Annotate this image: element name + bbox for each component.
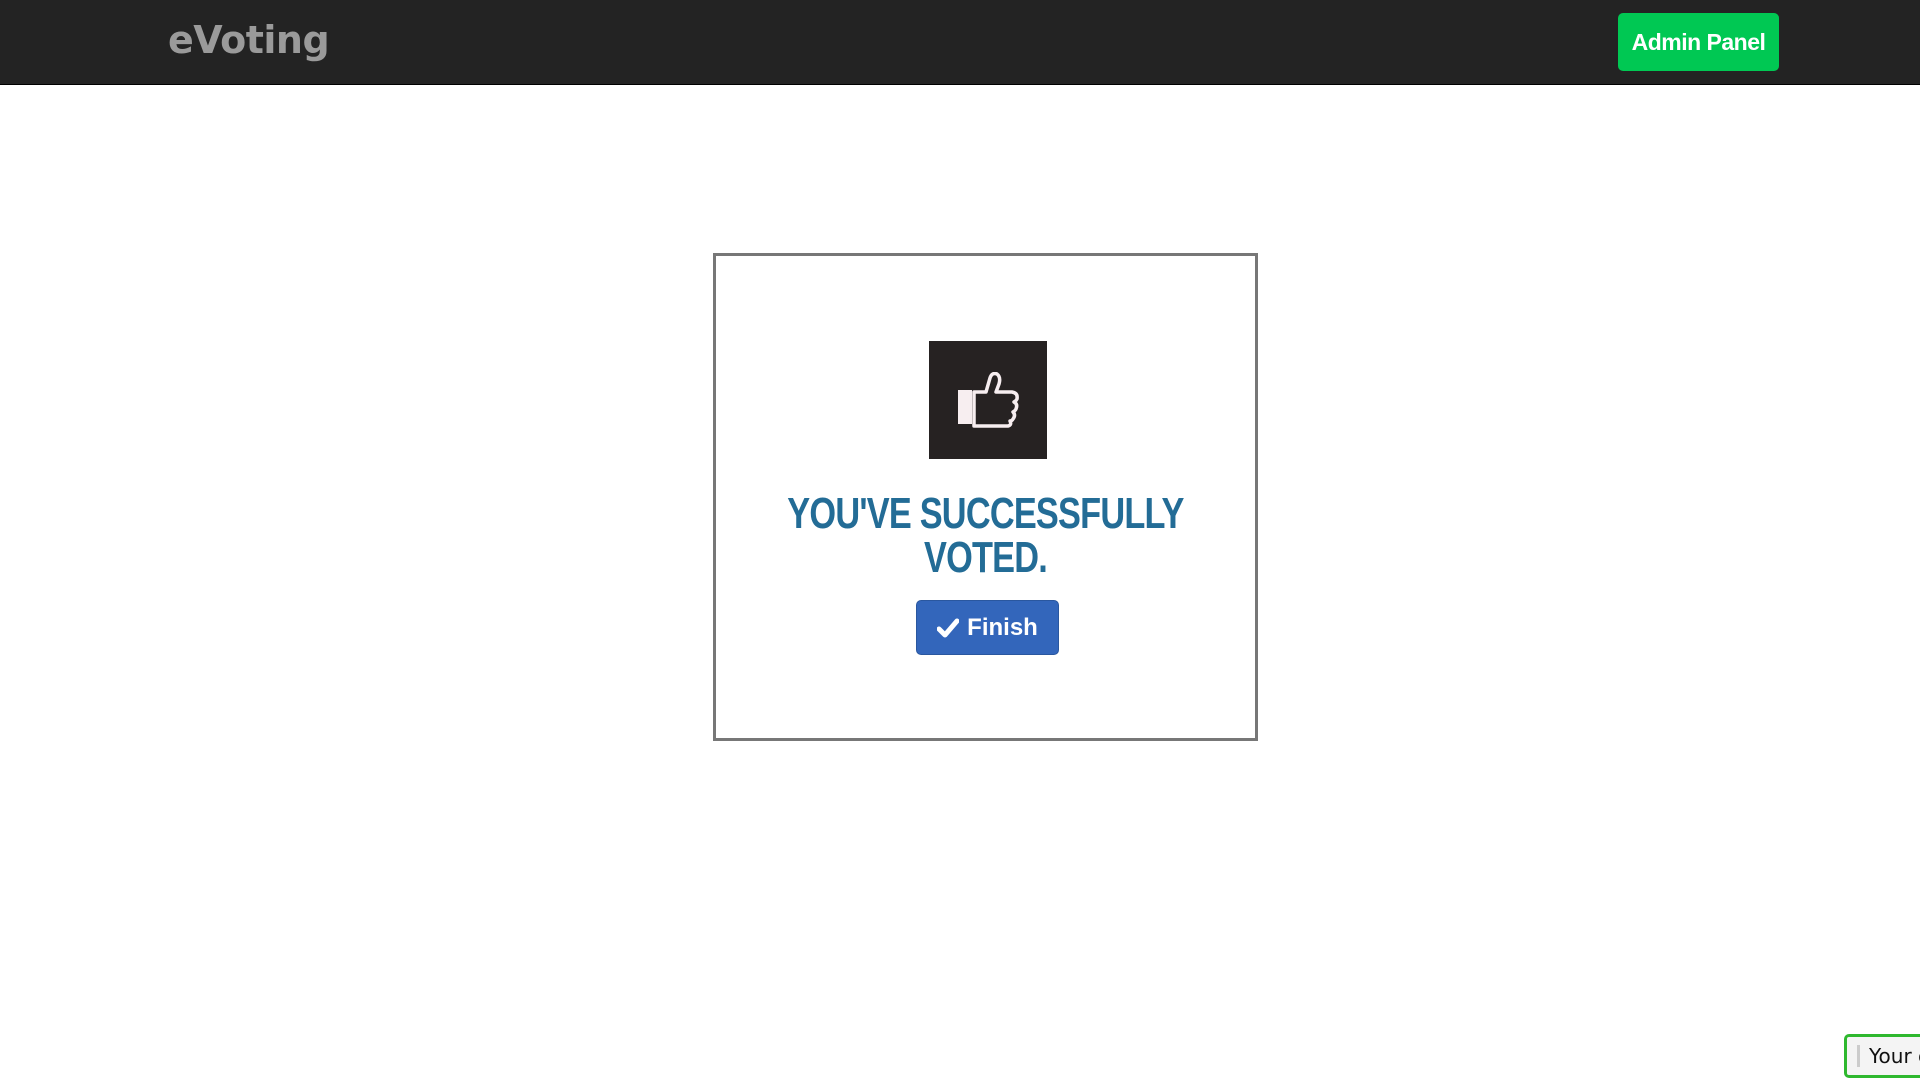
notification-toast[interactable]: Your c [1844, 1034, 1920, 1078]
toast-grip [1857, 1045, 1860, 1067]
thumbs-up-icon [929, 341, 1047, 459]
thumbs-up-glyph [958, 372, 1019, 428]
admin-panel-button[interactable]: Admin Panel [1618, 13, 1779, 71]
finish-button-label: Finish [967, 613, 1038, 641]
checkmark-icon [937, 618, 960, 637]
success-headline: YOU'VE SUCCESSFULLY VOTED. [775, 492, 1195, 580]
finish-button[interactable]: Finish [916, 600, 1059, 655]
headline-line-2: VOTED. [923, 533, 1048, 582]
vote-confirmation-card: YOU'VE SUCCESSFULLY VOTED. Finish [713, 253, 1258, 741]
toast-text: Your c [1869, 1044, 1920, 1068]
headline-line-1: YOU'VE SUCCESSFULLY [787, 489, 1184, 538]
top-navbar: eVoting Admin Panel [0, 0, 1920, 85]
brand-logo[interactable]: eVoting [168, 18, 330, 62]
